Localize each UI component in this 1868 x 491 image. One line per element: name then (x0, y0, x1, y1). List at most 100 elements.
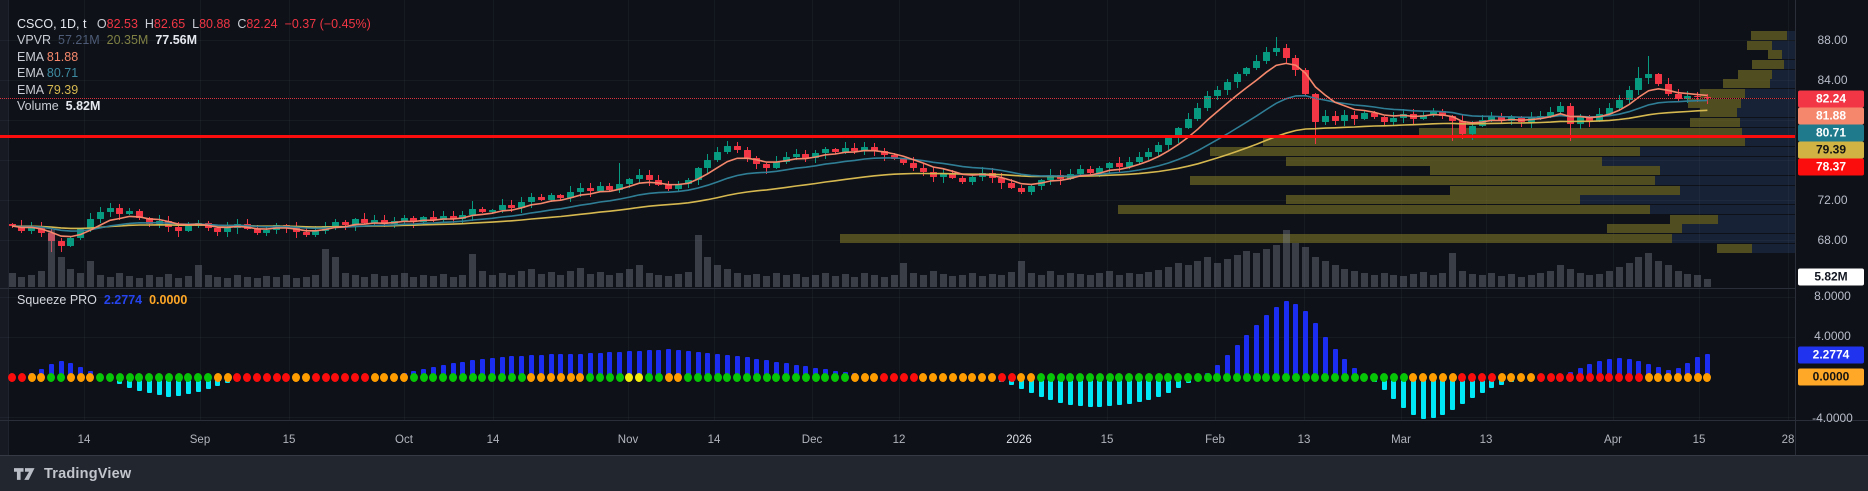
vpvr-row-volume (1263, 137, 1745, 146)
price-axis-tick: 72.00 (1817, 193, 1848, 207)
candle (1194, 108, 1202, 119)
poc-price-line (0, 135, 1795, 138)
squeeze-legend-row[interactable]: Squeeze PRO 2.2774 0.0000 (17, 293, 187, 307)
volume-bar (498, 273, 506, 287)
squeeze-dot (429, 372, 438, 382)
vpvr-row-volume (1688, 99, 1741, 108)
squeeze-dot (115, 372, 124, 382)
grid-vline (812, 289, 813, 421)
squeeze-dot (1634, 372, 1643, 382)
volume-bar (1027, 273, 1035, 287)
candle (67, 238, 75, 246)
ema-legend-row[interactable]: EMA 81.88 (17, 49, 371, 65)
squeeze-dot (1703, 372, 1712, 382)
candle (821, 149, 829, 153)
tradingview-chart-window: CSCO, 1D, t O82.53 H82.65 L80.88 C82.24 … (0, 0, 1868, 491)
symbol-title[interactable]: CSCO, 1D, t (17, 17, 86, 31)
squeeze-histogram-bar (1420, 377, 1426, 419)
volume-bar (1458, 271, 1466, 287)
time-axis-label: 13 (1297, 434, 1311, 446)
squeeze-dot (1360, 372, 1369, 382)
grid-vline (1215, 0, 1216, 288)
time-axis[interactable]: 14 Sep 15 Oct 14 Nov 14 Dec 12 2026 15 Feb 13 Mar 13 Ap… (0, 420, 1868, 456)
squeeze-dot (311, 372, 320, 382)
candle (665, 185, 673, 189)
candle (1517, 117, 1525, 122)
volume-bar (792, 274, 800, 287)
volume-bar (547, 272, 555, 287)
vpvr-row-total (1782, 50, 1795, 59)
grid-vline (200, 289, 201, 421)
volume-bar (861, 273, 869, 287)
squeeze-dot (302, 372, 310, 382)
price-axis[interactable]: 88.00 84.00 72.00 68.00 8.0000 4.0000 -4.0000 8… (1795, 0, 1868, 455)
ema-legend-row[interactable]: EMA 79.39 (17, 82, 371, 98)
candle (1213, 90, 1221, 96)
vpvr-row-total (1752, 244, 1795, 253)
volume-bar (1243, 251, 1251, 287)
squeeze-dot (106, 372, 114, 382)
squeeze-dot (1262, 372, 1271, 382)
time-axis-label: Mar (1391, 434, 1411, 446)
price-axis-tick: 68.00 (1817, 233, 1848, 247)
grid-vline (84, 289, 85, 421)
volume-bar (1605, 271, 1613, 287)
squeeze-dot (997, 372, 1006, 382)
volume-bar (1684, 274, 1692, 287)
squeeze-dot (468, 372, 477, 382)
squeeze-dot (1625, 372, 1633, 382)
candle (1135, 157, 1143, 162)
vpvr-value-2: 20.35M (106, 33, 149, 48)
volume-legend-row[interactable]: Volume 5.82M (17, 98, 371, 114)
volume-bar (1155, 270, 1163, 287)
candle (1645, 74, 1653, 78)
volume-bar (655, 275, 663, 287)
candle (253, 229, 261, 233)
vpvr-row-volume (1723, 79, 1770, 88)
vpvr-row-volume (1768, 50, 1782, 59)
vpvr-row-total (1772, 41, 1795, 50)
squeeze-dot (939, 372, 947, 382)
candle (1390, 118, 1398, 122)
time-axis-label: 14 (707, 434, 721, 446)
ema-value: 81.88 (43, 49, 79, 64)
candle (77, 229, 85, 238)
candle (596, 186, 604, 191)
candle (429, 217, 437, 220)
vpvr-row-volume (1210, 147, 1640, 156)
time-axis-label: 14 (77, 434, 91, 446)
volume-bar (567, 271, 575, 287)
squeeze-dot (792, 372, 800, 382)
squeeze-dot (1076, 372, 1085, 382)
volume-bar (723, 269, 731, 287)
squeeze-pro-pane[interactable] (0, 288, 1795, 421)
squeeze-dot (8, 372, 16, 382)
squeeze-dot (1242, 372, 1251, 382)
tradingview-brand-text[interactable]: TradingView (44, 466, 131, 482)
ema-legend-row[interactable]: EMA 80.71 (17, 65, 371, 81)
volume-bar (351, 275, 359, 287)
volume-bar (1184, 265, 1192, 287)
candle (194, 223, 202, 226)
squeeze-dot (155, 372, 163, 382)
squeeze-dot (850, 372, 859, 382)
squeeze-histogram-bar (1450, 377, 1456, 410)
candle (371, 220, 379, 223)
squeeze-dot (1144, 372, 1153, 382)
volume-bar (77, 273, 85, 287)
squeeze-dot (1193, 372, 1202, 382)
squeeze-histogram-bar (1293, 304, 1299, 377)
open-key: O (96, 17, 107, 31)
squeeze-dot (1272, 372, 1281, 382)
candle (792, 154, 800, 157)
squeeze-dot (1605, 372, 1614, 382)
volume-bar (1429, 275, 1437, 287)
symbol-row[interactable]: CSCO, 1D, t O82.53 H82.65 L80.88 C82.24 … (17, 16, 371, 32)
vpvr-legend-row[interactable]: VPVR 57.21M 20.35M 77.56M (17, 32, 371, 48)
volume-bar (67, 269, 75, 287)
candle (674, 184, 682, 189)
tradingview-logo-icon[interactable] (14, 467, 36, 481)
squeeze-dot (439, 372, 448, 382)
candle (1400, 114, 1408, 118)
time-axis-label: Apr (1604, 434, 1622, 446)
